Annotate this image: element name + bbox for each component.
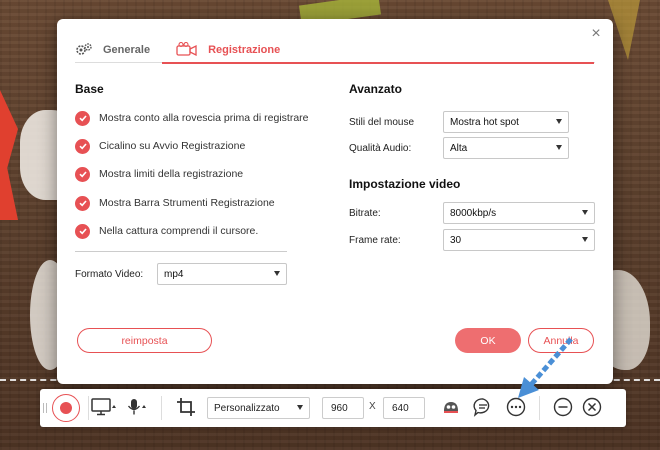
check-icon[interactable] bbox=[75, 166, 90, 182]
audio-quality-value: Alta bbox=[450, 142, 468, 154]
mouse-style-select[interactable]: Mostra hot spot bbox=[443, 111, 569, 133]
settings-dialog: × Generale Registrazione Base Mostra con… bbox=[57, 19, 613, 384]
option-beep[interactable]: Cicalino su Avvio Registrazione bbox=[75, 138, 245, 154]
chevron-down-icon bbox=[556, 145, 562, 150]
frame-rate-value: 30 bbox=[450, 234, 462, 246]
chevron-down-icon bbox=[556, 119, 562, 124]
video-section-title: Impostazione video bbox=[349, 177, 461, 191]
chevron-down-icon bbox=[274, 271, 280, 276]
record-button[interactable] bbox=[52, 394, 80, 422]
camera-icon bbox=[176, 41, 198, 59]
size-preset-value: Personalizzato bbox=[214, 402, 280, 414]
more-options-button[interactable] bbox=[505, 397, 527, 419]
bitrate-value: 8000kbp/s bbox=[450, 207, 497, 219]
active-tab-indicator bbox=[162, 62, 594, 64]
format-value: mp4 bbox=[164, 268, 184, 280]
option-show-toolbar[interactable]: Mostra Barra Strumenti Registrazione bbox=[75, 195, 275, 211]
annotation-button[interactable] bbox=[472, 397, 494, 419]
crop-icon bbox=[176, 397, 196, 420]
background-decoration bbox=[0, 90, 18, 220]
arrow-pointer-icon bbox=[518, 337, 573, 398]
frame-rate-label: Frame rate: bbox=[349, 235, 401, 246]
check-icon[interactable] bbox=[75, 138, 90, 154]
base-section-title: Base bbox=[75, 82, 104, 96]
option-countdown[interactable]: Mostra conto alla rovescia prima di regi… bbox=[75, 110, 309, 126]
option-label: Nella cattura comprendi il cursore. bbox=[99, 225, 259, 237]
tab-recording[interactable]: Registrazione bbox=[176, 39, 280, 61]
webcam-button[interactable] bbox=[440, 398, 462, 418]
mouse-style-label: Stili del mouse bbox=[349, 117, 415, 128]
option-label: Mostra conto alla rovescia prima di regi… bbox=[99, 112, 309, 124]
tab-general[interactable]: Generale bbox=[75, 39, 150, 61]
chevron-down-icon bbox=[297, 405, 303, 410]
chevron-down-icon bbox=[582, 237, 588, 242]
chevron-down-icon bbox=[582, 210, 588, 215]
frame-rate-select[interactable]: 30 bbox=[443, 229, 595, 251]
bitrate-label: Bitrate: bbox=[349, 208, 381, 219]
option-label: Mostra limiti della registrazione bbox=[99, 168, 244, 180]
check-icon[interactable] bbox=[75, 195, 90, 211]
option-label: Cicalino su Avvio Registrazione bbox=[99, 140, 246, 152]
tab-general-label: Generale bbox=[103, 44, 151, 56]
bitrate-select[interactable]: 8000kbp/s bbox=[443, 202, 595, 224]
width-input[interactable]: 960 bbox=[322, 397, 364, 419]
gears-icon bbox=[75, 42, 93, 59]
close-toolbar-button[interactable] bbox=[581, 397, 603, 419]
size-separator: X bbox=[369, 401, 376, 412]
check-icon[interactable] bbox=[75, 223, 90, 239]
tab-recording-label: Registrazione bbox=[208, 44, 281, 56]
size-preset-select[interactable]: Personalizzato bbox=[207, 397, 310, 419]
toolbar-divider bbox=[161, 396, 162, 420]
monitor-icon bbox=[91, 397, 117, 419]
close-circle-icon bbox=[582, 397, 602, 420]
advanced-section-title: Avanzato bbox=[349, 82, 402, 96]
audio-quality-select[interactable]: Alta bbox=[443, 137, 569, 159]
tab-bar: Generale Registrazione bbox=[75, 39, 595, 63]
format-select[interactable]: mp4 bbox=[157, 263, 287, 285]
webcam-icon bbox=[441, 399, 461, 418]
reset-button[interactable]: reimposta bbox=[77, 328, 212, 353]
audio-quality-label: Qualità Audio: bbox=[349, 143, 412, 154]
option-include-cursor[interactable]: Nella cattura comprendi il cursore. bbox=[75, 223, 258, 239]
minimize-button[interactable] bbox=[552, 397, 574, 419]
format-label: Formato Video: bbox=[75, 269, 144, 280]
mouse-style-value: Mostra hot spot bbox=[450, 116, 519, 128]
drag-handle[interactable] bbox=[43, 403, 47, 413]
crop-button[interactable] bbox=[175, 397, 197, 419]
toolbar-divider bbox=[88, 396, 89, 420]
microphone-button[interactable] bbox=[124, 398, 150, 418]
check-icon[interactable] bbox=[75, 110, 90, 126]
option-label: Mostra Barra Strumenti Registrazione bbox=[99, 197, 275, 209]
height-input[interactable]: 640 bbox=[383, 397, 425, 419]
speech-bubble-icon bbox=[473, 397, 493, 420]
record-icon bbox=[60, 402, 72, 414]
microphone-icon bbox=[125, 398, 149, 419]
ok-button[interactable]: OK bbox=[455, 328, 521, 353]
screen-source-button[interactable] bbox=[90, 397, 118, 419]
option-show-limits[interactable]: Mostra limiti della registrazione bbox=[75, 166, 243, 182]
section-divider bbox=[75, 251, 287, 252]
